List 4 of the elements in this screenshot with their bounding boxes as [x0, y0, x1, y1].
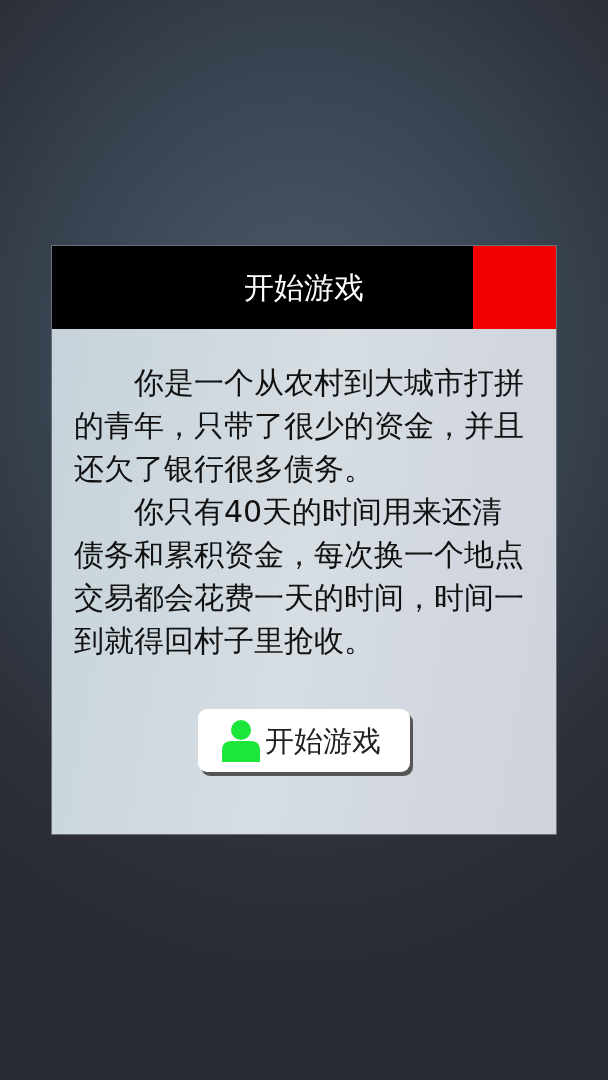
story-paragraph: 你只有40天的时间用来还清债务和累积资金，每次换一个地点交易都会花费一天的时间，时间一到就得回村子里抢收。 [74, 493, 525, 660]
dialog-title: 开始游戏 [244, 268, 364, 307]
story-paragraph: 你是一个从农村到大城市打拼的青年，只带了很少的资金，并且还欠了银行很多债务。 [74, 364, 525, 488]
person-icon [222, 719, 260, 762]
